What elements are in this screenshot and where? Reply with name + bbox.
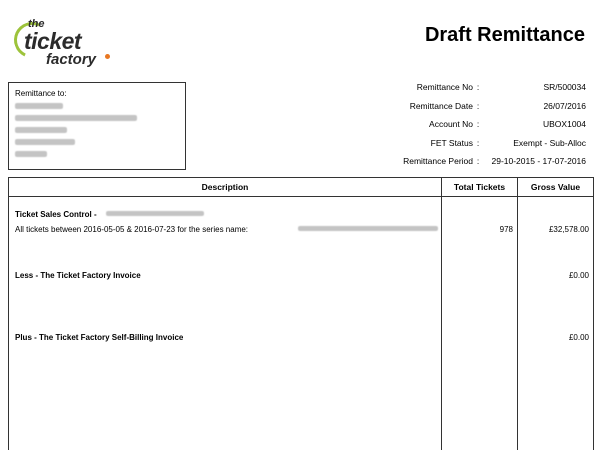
plus-self-billing-gross-value: £0.00 [568, 333, 589, 342]
document-title: Draft Remittance [424, 24, 585, 46]
ticket-sales-control-title: Ticket Sales Control - [15, 210, 97, 219]
remittance-details: Remittance No : SR/500034 Remittance Dat… [370, 78, 590, 171]
redacted-address-line [15, 151, 47, 157]
gross-value-column: £32,578.00 £0.00 £0.00 [517, 197, 593, 450]
colon: : [476, 82, 480, 93]
colon: : [476, 119, 480, 130]
redacted-address-line [15, 103, 63, 109]
ticket-sales-gross-value: £32,578.00 [548, 225, 589, 234]
plus-self-billing-title: Plus - The Ticket Factory Self-Billing I… [15, 333, 184, 342]
remittance-number-label: Remittance No [416, 82, 473, 93]
less-invoice-title: Less - The Ticket Factory Invoice [15, 271, 141, 280]
account-number-value: UBOX1004 [543, 119, 586, 130]
description-header: Description [201, 182, 249, 192]
remittance-to-label: Remittance to: [15, 89, 67, 98]
gross-value-header: Gross Value [517, 178, 593, 196]
fet-status-row: FET Status : Exempt - Sub-Alloc [370, 134, 590, 153]
table-body: Ticket Sales Control - All tickets betwe… [9, 197, 593, 450]
logo-registered-mark-icon [105, 54, 110, 59]
redacted-address-line [15, 127, 67, 133]
colon: : [476, 156, 480, 167]
ticket-sales-total-tickets: 978 [499, 225, 513, 234]
total-tickets-column: 978 [441, 197, 517, 450]
remittance-date-row: Remittance Date : 26/07/2016 [370, 97, 590, 116]
remittance-date-value: 26/07/2016 [543, 100, 586, 111]
redacted-series-name [298, 226, 438, 231]
remittance-table: Description Total Tickets Gross Value Ti… [8, 177, 594, 450]
logo-text-factory: factory [46, 51, 97, 68]
redacted-event-name [106, 211, 204, 216]
ticket-factory-logo: the ticket factory [8, 10, 132, 80]
remittance-date-label: Remittance Date [409, 100, 473, 111]
remittance-period-label: Remittance Period [403, 156, 473, 167]
remittance-period-row: Remittance Period : 29-10-2015 - 17-07-2… [370, 152, 590, 171]
remittance-number-row: Remittance No : SR/500034 [370, 78, 590, 97]
account-number-label: Account No [429, 119, 473, 130]
colon: : [476, 100, 480, 111]
remittance-address-box: Remittance to: [8, 82, 186, 170]
redacted-address-line [15, 139, 75, 145]
remittance-number-value: SR/500034 [543, 82, 586, 93]
description-column: Ticket Sales Control - All tickets betwe… [9, 197, 441, 450]
colon: : [476, 137, 480, 148]
remittance-period-value: 29-10-2015 - 17-07-2016 [491, 156, 586, 167]
redacted-address-line [15, 115, 137, 121]
account-number-row: Account No : UBOX1004 [370, 115, 590, 134]
fet-status-value: Exempt - Sub-Alloc [513, 137, 586, 148]
table-header: Description Total Tickets Gross Value [9, 178, 593, 197]
fet-status-label: FET Status [430, 137, 473, 148]
total-tickets-header: Total Tickets [441, 178, 517, 196]
ticket-sales-control-detail: All tickets between 2016-05-05 & 2016-07… [15, 225, 249, 234]
less-invoice-gross-value: £0.00 [568, 271, 589, 280]
